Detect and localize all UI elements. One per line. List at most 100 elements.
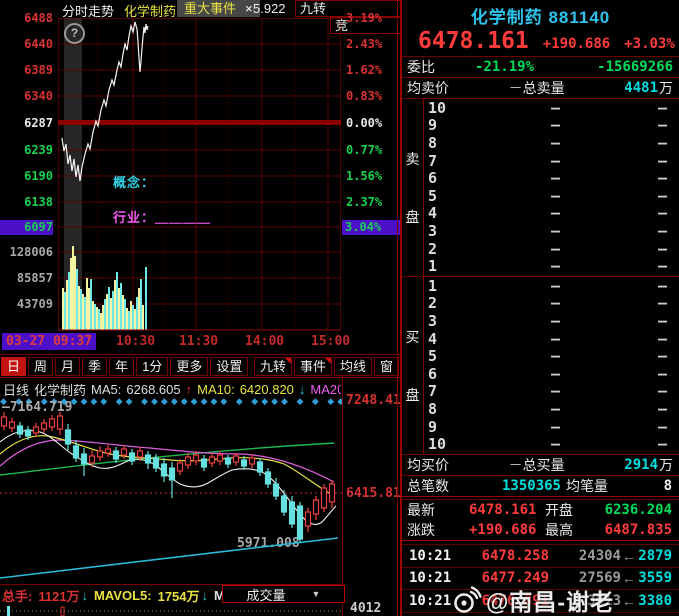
axis-pct: 0.77% bbox=[346, 143, 383, 157]
down-arrow-icon: ↓ bbox=[298, 382, 306, 397]
sell-row: 4 — — bbox=[424, 204, 679, 223]
up-arrow-icon: ↑ bbox=[185, 382, 193, 397]
minute-chart-canvas bbox=[58, 18, 341, 331]
level-volume: — bbox=[657, 169, 667, 188]
tool-nine-turn[interactable]: 九转 bbox=[253, 357, 292, 376]
tab-quarter[interactable]: 季 bbox=[82, 357, 108, 376]
tool-label: 均线 bbox=[339, 359, 366, 374]
level: 3 bbox=[428, 221, 438, 240]
buy-row: 1 — — bbox=[424, 277, 679, 295]
tick-count: 3380 bbox=[638, 592, 672, 609]
volume-bars-yellow bbox=[62, 246, 144, 330]
level-price: — bbox=[550, 204, 560, 223]
level-price: — bbox=[550, 186, 560, 205]
down-arrow-icon: ↓ bbox=[81, 588, 89, 603]
sell-tag-char: 盘 bbox=[405, 208, 420, 225]
tab-month[interactable]: 月 bbox=[55, 357, 81, 376]
total-sell-label: 总卖量 bbox=[522, 80, 565, 96]
tool-label: 事件 bbox=[299, 359, 326, 374]
level-volume: — bbox=[657, 98, 667, 117]
sell-tag-char: 卖 bbox=[405, 150, 420, 167]
help-icon[interactable]: ? bbox=[64, 23, 85, 44]
open-value: 6236.204 bbox=[604, 502, 672, 518]
tab-week[interactable]: 周 bbox=[28, 357, 54, 376]
level-price: — bbox=[550, 239, 560, 258]
trade-count-row: 总笔数 1350365 均笔量 8 bbox=[402, 475, 679, 496]
tool-events[interactable]: 事件 bbox=[293, 357, 332, 376]
axis-pct-highlight: 3.04% bbox=[342, 220, 401, 235]
level-volume: — bbox=[657, 364, 667, 383]
level: 4 bbox=[428, 204, 438, 223]
candlesticks bbox=[0, 412, 336, 543]
buy-row: 10 — — bbox=[424, 435, 679, 453]
divider bbox=[0, 377, 400, 378]
level-price: — bbox=[550, 133, 560, 152]
tab-more[interactable]: 更多 bbox=[170, 357, 209, 376]
buy-row: 4 — — bbox=[424, 330, 679, 348]
total-buy-unit: 万 bbox=[659, 457, 673, 473]
indicator-dropdown-value: 成交量 bbox=[246, 587, 286, 603]
watermark-handle: @南昌-谢老 bbox=[486, 589, 615, 615]
tool-ma[interactable]: 均线 bbox=[333, 357, 372, 376]
pane-divider bbox=[397, 0, 398, 616]
avg-lot-value: 8 bbox=[663, 478, 672, 494]
tab-day[interactable]: 日 bbox=[1, 357, 27, 376]
period-bar: 日 周 月 季 年 1分 更多 设置 九转 事件 均线 窗 bbox=[0, 356, 401, 377]
level-volume: — bbox=[657, 133, 667, 152]
quote-panel: 化学制药 881140 6478.161 +190.686 +3.03% 委比 … bbox=[400, 0, 679, 616]
level-price: — bbox=[550, 98, 560, 117]
volume-bar bbox=[7, 606, 10, 616]
weibi-row: 委比 -21.19% -15669266 bbox=[402, 56, 679, 77]
axis-price: 6190 bbox=[24, 169, 53, 183]
buy-book: 买 盘 1— — 2— — 3— — 4— — 5— — 6— — 7— — 8— — 9— — … bbox=[402, 276, 679, 454]
level-price: — bbox=[550, 417, 560, 436]
quote-symbol-code: 881140 bbox=[548, 8, 611, 27]
axis-volume: 43709 bbox=[16, 297, 53, 311]
grid-lines bbox=[58, 18, 341, 330]
industry-annotation: 行业：＿＿＿＿ bbox=[113, 210, 212, 225]
left-arrow-icon: ← bbox=[622, 570, 636, 587]
level-volume: — bbox=[657, 221, 667, 240]
level-volume: — bbox=[657, 186, 667, 205]
volume-bar bbox=[60, 606, 65, 616]
kline-canvas bbox=[0, 412, 342, 579]
level-volume: — bbox=[657, 294, 667, 313]
buy-book-rows: 1— — 2— — 3— — 4— — 5— — 6— — 7— — 8— — 9— — 10— — bbox=[424, 277, 679, 454]
time-highlight: 03-27 09:37 bbox=[2, 333, 97, 350]
trade-count-label: 总笔数 bbox=[407, 478, 449, 494]
axis-price: 6488 bbox=[24, 11, 53, 25]
axis-price: 6138 bbox=[24, 195, 53, 209]
level: 6 bbox=[428, 364, 438, 383]
level-price: — bbox=[550, 257, 560, 276]
event-chip-label: 重大事件 bbox=[184, 1, 237, 16]
ma10-value: 6420.820 bbox=[239, 382, 294, 397]
watermark: @南昌-谢老 bbox=[452, 583, 614, 616]
chart-frame bbox=[58, 18, 341, 331]
axis-price: 6440 bbox=[24, 37, 53, 51]
level-price: — bbox=[550, 399, 560, 418]
tool-label: 九转 bbox=[259, 359, 286, 374]
level: 1 bbox=[428, 276, 438, 295]
level-price: — bbox=[550, 364, 560, 383]
level-price: — bbox=[550, 116, 560, 135]
sell-row: 7 — — bbox=[424, 152, 679, 170]
close-icon[interactable]: × bbox=[245, 0, 253, 17]
time-tick: 11:30 bbox=[179, 334, 219, 349]
buy-row: 2 — — bbox=[424, 294, 679, 313]
tool-label: 窗 bbox=[379, 359, 393, 374]
price-change-pct: +3.03% bbox=[624, 36, 675, 52]
mavol5-label: MAVOL5: bbox=[94, 588, 152, 603]
tick-row: 10:21 6478.258 24304 ← 2879 bbox=[402, 544, 679, 567]
open-label: 开盘 bbox=[545, 502, 573, 518]
sell-row: 9 — — bbox=[424, 116, 679, 135]
tool-window[interactable]: 窗 bbox=[373, 357, 399, 376]
buy-tag-char: 买 bbox=[405, 328, 420, 345]
tab-1min[interactable]: 1分 bbox=[136, 357, 169, 376]
indicator-dropdown[interactable]: 成交量 ▼ bbox=[222, 585, 345, 603]
level-volume: — bbox=[657, 399, 667, 418]
tab-year[interactable]: 年 bbox=[109, 357, 135, 376]
level-volume: — bbox=[657, 276, 667, 295]
ma10-label: MA10: bbox=[197, 382, 235, 397]
axis-price: 6340 bbox=[24, 89, 53, 103]
tab-settings[interactable]: 设置 bbox=[210, 357, 249, 376]
